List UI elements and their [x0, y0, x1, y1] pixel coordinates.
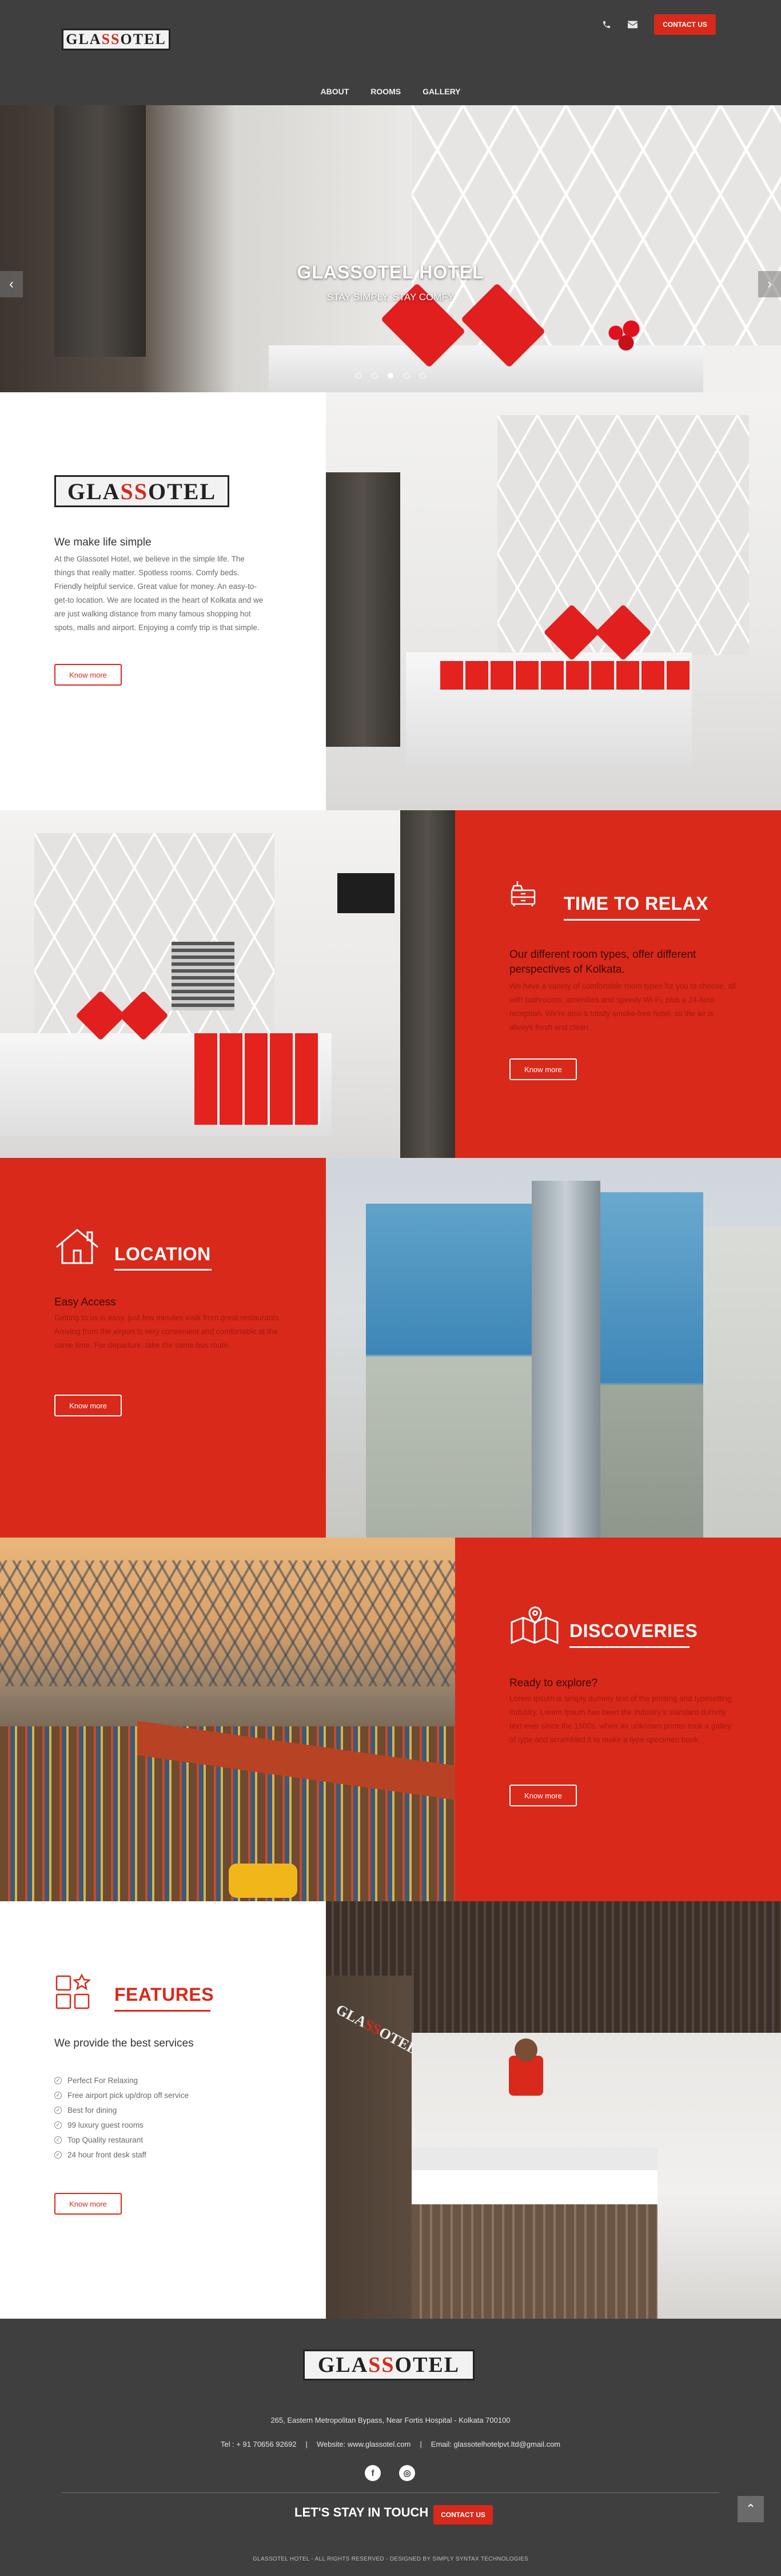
- nav-item-rooms[interactable]: ROOMS: [370, 87, 401, 96]
- feature-item: ✓ Top Quality restaurant: [54, 2132, 189, 2147]
- footer-separator: |: [420, 2440, 422, 2448]
- slider-dot[interactable]: [356, 373, 361, 379]
- facebook-icon[interactable]: f: [365, 2465, 381, 2481]
- hero-image-door: [54, 105, 146, 357]
- location-panel: LOCATION Easy Access Getting to us is ea…: [0, 1158, 326, 1538]
- nightstand-icon: [509, 879, 537, 910]
- check-icon: ✓: [54, 2136, 62, 2144]
- discoveries-section: DISCOVERIES Ready to explore? Lorem Ipsu…: [0, 1538, 781, 1901]
- check-icon: ✓: [54, 2076, 62, 2084]
- footer: GLASSOTEL 265, Eastern Metropolitan Bypa…: [0, 2319, 781, 2576]
- feature-item: ✓ 99 luxury guest rooms: [54, 2117, 189, 2132]
- check-icon: ✓: [54, 2151, 62, 2159]
- features-reception-photo: GLASSOTEL: [326, 1901, 781, 2319]
- feature-item: ✓ Best for dining: [54, 2103, 189, 2117]
- discoveries-know-more-button[interactable]: Know more: [509, 1785, 577, 1806]
- footer-tel[interactable]: Tel : + 91 70656 92692: [221, 2440, 297, 2448]
- footer-separator: |: [305, 2440, 308, 2448]
- footer-contacts: Tel : + 91 70656 92692 | Website: www.gl…: [0, 2440, 781, 2448]
- slider-dot[interactable]: [404, 373, 409, 379]
- hero-image-flowers: [600, 317, 652, 357]
- location-section: LOCATION Easy Access Getting to us is ea…: [0, 1158, 781, 1538]
- slider-next-arrow-icon[interactable]: ›: [758, 271, 781, 297]
- relax-subheading: Our different room types, offer differen…: [509, 949, 696, 976]
- hero-slider: GLASSOTEL HOTEL STAY SIMPLY, STAY COMFY …: [0, 105, 781, 392]
- footer-contact-us-button[interactable]: CONTACT US: [433, 2505, 493, 2525]
- discoveries-subheading: Ready to explore?: [509, 1677, 598, 1689]
- features-list: ✓ Perfect For Relaxing ✓ Free airport pick…: [54, 2073, 189, 2162]
- about-body: At the Glassotel Hotel, we believe in th…: [54, 555, 264, 632]
- location-body: Getting to us is easy, just few minutes …: [54, 1313, 281, 1349]
- top-header: GLASSOTEL CONTACT US: [0, 0, 781, 78]
- map-pin-icon: [509, 1605, 561, 1648]
- features-title: FEATURES: [114, 1984, 214, 2005]
- slider-dot[interactable]: [420, 373, 425, 379]
- footer-address: 265, Eastern Metropolitan Bypass, Near F…: [270, 2416, 511, 2424]
- relax-panel: TIME TO RELAX Our different room types, …: [455, 810, 781, 1158]
- hero-title: GLASSOTEL HOTEL: [297, 262, 484, 282]
- discoveries-body: Lorem Ipsum is simply dummy text of the …: [509, 1694, 732, 1744]
- home-icon: [54, 1227, 100, 1269]
- mail-icon[interactable]: [625, 17, 640, 32]
- relax-title: TIME TO RELAX: [564, 893, 709, 914]
- phone-icon[interactable]: [599, 17, 614, 32]
- feature-item: ✓ 24 hour front desk staff: [54, 2147, 189, 2162]
- about-heading: We make life simple: [54, 536, 152, 548]
- features-know-more-button[interactable]: Know more: [54, 2193, 122, 2215]
- about-section: GLASSOTEL We make life simple At the Gla…: [0, 392, 781, 810]
- location-know-more-button[interactable]: Know more: [54, 1395, 122, 1416]
- check-icon: ✓: [54, 2091, 62, 2099]
- slider-prev-arrow-icon[interactable]: ‹: [0, 271, 23, 297]
- features-grid-icon: [54, 1973, 92, 2013]
- nav-item-gallery[interactable]: GALLERY: [423, 87, 460, 96]
- relax-know-more-button[interactable]: Know more: [509, 1058, 577, 1080]
- slider-dot[interactable]: [372, 373, 377, 379]
- location-title: LOCATION: [114, 1244, 211, 1264]
- feature-item: ✓ Perfect For Relaxing: [54, 2073, 189, 2088]
- location-subheading: Easy Access: [54, 1296, 116, 1308]
- location-building-photo: [326, 1158, 781, 1538]
- relax-body: We have a variety of comfortable room ty…: [509, 982, 736, 1032]
- about-room-photo: [326, 392, 781, 810]
- main-nav: ABOUT ROOMS GALLERY: [0, 78, 781, 105]
- footer-website[interactable]: Website: www.glassotel.com: [317, 2440, 411, 2448]
- stay-in-touch-label: LET'S STAY IN TOUCH: [294, 2505, 429, 2519]
- slider-dot-active[interactable]: [388, 373, 393, 379]
- feature-item: ✓ Free airport pick up/drop off service: [54, 2088, 189, 2103]
- check-icon: ✓: [54, 2106, 62, 2114]
- hero-subtitle: STAY SIMPLY, STAY COMFY: [326, 292, 455, 302]
- discoveries-title: DISCOVERIES: [569, 1621, 698, 1641]
- copyright-text: GLASSOTEL HOTEL - ALL RIGHTS RESERVED - …: [253, 2556, 528, 2562]
- site-logo[interactable]: GLASSOTEL: [62, 29, 170, 50]
- hero-image-wall: [412, 105, 781, 345]
- relax-section: TIME TO RELAX Our different room types, …: [0, 810, 781, 1158]
- discoveries-panel: DISCOVERIES Ready to explore? Lorem Ipsu…: [455, 1538, 781, 1901]
- discoveries-city-photo: [0, 1538, 455, 1901]
- check-icon: ✓: [54, 2121, 62, 2129]
- footer-logo[interactable]: GLASSOTEL: [303, 2350, 475, 2380]
- instagram-icon[interactable]: ◎: [399, 2465, 415, 2481]
- features-section: FEATURES We provide the best services ✓ P…: [0, 1901, 781, 2319]
- about-know-more-button[interactable]: Know more: [54, 664, 122, 686]
- about-logo: GLASSOTEL: [54, 475, 229, 507]
- slider-dots: [0, 373, 781, 379]
- features-subheading: We provide the best services: [54, 2037, 194, 2049]
- contact-us-button[interactable]: CONTACT US: [654, 14, 716, 35]
- back-to-top-icon[interactable]: ⌃: [738, 2496, 764, 2522]
- nav-item-about[interactable]: ABOUT: [320, 87, 349, 96]
- relax-room-photo: [0, 810, 455, 1158]
- footer-email[interactable]: Email: glassotelhotelpvt.ltd@gmail.com: [431, 2440, 560, 2448]
